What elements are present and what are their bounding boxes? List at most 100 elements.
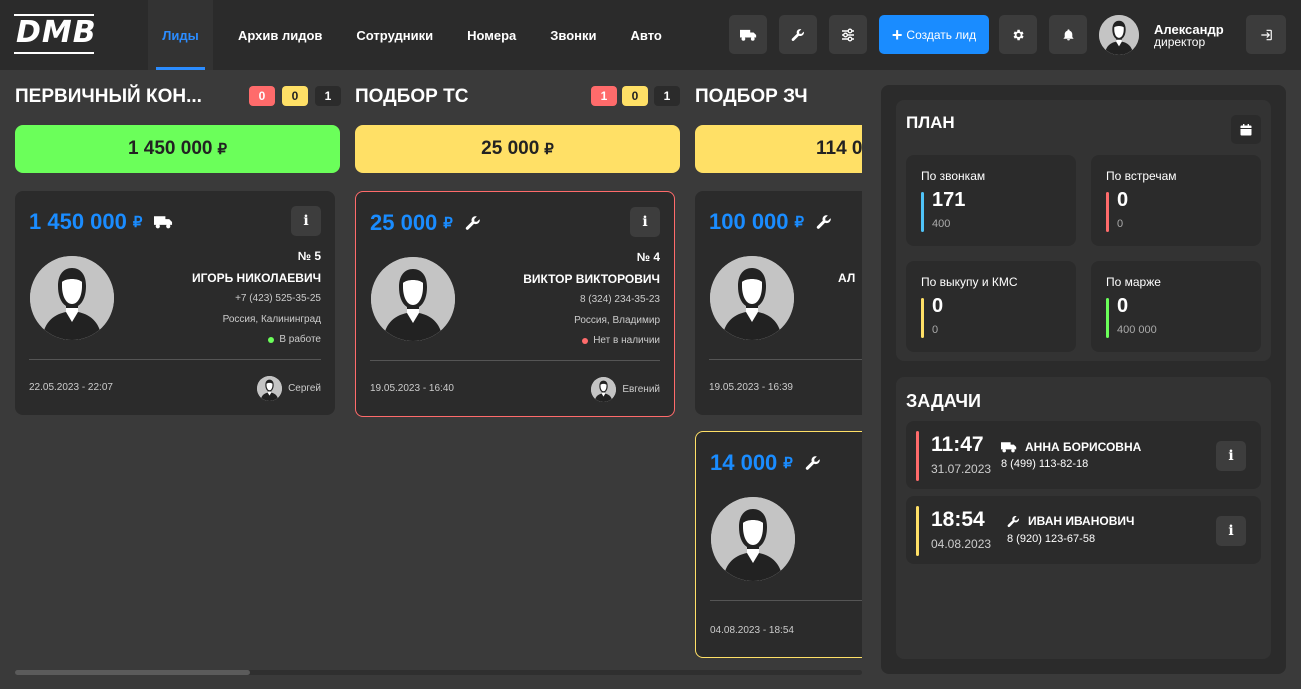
lead-info-button[interactable]: i	[630, 207, 660, 237]
ruble-icon: ₽	[443, 215, 453, 232]
plan-card-calls: По звонкам 171 400	[906, 155, 1076, 246]
create-lead-button[interactable]: + Создать лид	[879, 15, 989, 54]
column-title: ПОДБОР ТС	[355, 86, 469, 107]
lead-card[interactable]: 100 000 ₽ АЛ 19.05.2023 - 16:39	[695, 191, 862, 415]
nav-leads-archive[interactable]: Архив лидов	[221, 0, 339, 70]
person-icon	[711, 497, 795, 581]
nav-employees[interactable]: Сотрудники	[339, 0, 450, 70]
lead-date: 19.05.2023 - 16:40	[370, 383, 454, 394]
task-info-button[interactable]: i	[1216, 441, 1246, 471]
plan-label: По встречам	[1106, 169, 1177, 183]
plan-card-buyout: По выкупу и КМС 0 0	[906, 261, 1076, 352]
user-role: директор	[1154, 35, 1206, 49]
task-time: 18:54	[931, 508, 985, 531]
person-icon	[257, 376, 282, 401]
notifications-button[interactable]	[1049, 15, 1087, 54]
lead-amount-value: 1 450 000	[29, 209, 127, 234]
board-scrollbar-thumb[interactable]	[15, 670, 250, 675]
badge-total: 1	[654, 86, 680, 106]
truck-icon	[740, 29, 757, 41]
user-avatar[interactable]	[1099, 15, 1139, 55]
task-client: АННА БОРИСОВНА	[1001, 440, 1141, 454]
employee-name: Сергей	[288, 383, 321, 394]
assigned-employee: Сергей	[257, 376, 321, 401]
truck-icon	[1001, 441, 1017, 453]
truck-icon	[154, 215, 173, 229]
tasks-title: ЗАДАЧИ	[906, 391, 981, 411]
plan-calendar-button[interactable]	[1231, 115, 1261, 144]
plan-indicator	[1106, 192, 1109, 232]
wrench-icon	[791, 28, 805, 42]
plan-target: 400 000	[1117, 324, 1157, 336]
lead-info-button[interactable]: i	[291, 206, 321, 236]
assigned-employee: Евгений	[591, 377, 660, 402]
wrench-filter-button[interactable]	[779, 15, 817, 54]
lead-status: В работе	[268, 334, 321, 345]
lead-status: Нет в наличии	[582, 335, 660, 346]
client-phone: 8 (324) 234-35-23	[579, 294, 660, 305]
column-sum: 1 450 000 ₽	[15, 125, 340, 173]
client-avatar	[371, 257, 455, 341]
task-client: ИВАН ИВАНОВИЧ	[1007, 514, 1134, 528]
wrench-icon	[1007, 515, 1020, 528]
logo[interactable]: DMB	[14, 14, 96, 56]
nav-auto[interactable]: Авто	[614, 0, 679, 70]
task-phone: 8 (499) 113-82-18	[1001, 458, 1089, 470]
lead-card[interactable]: 1 450 000 ₽ i № 5 ИГОРЬ НИКОЛАЕВИЧ +7 (42…	[15, 191, 335, 415]
client-name: ВИКТОР ВИКТОРОВИЧ	[523, 272, 660, 286]
task-indicator	[916, 431, 919, 481]
column-sum-value: 1 450 000	[127, 138, 213, 159]
plan-label: По выкупу и КМС	[921, 275, 1018, 289]
client-phone: +7 (423) 525-35-25	[235, 293, 321, 304]
person-icon	[710, 256, 794, 340]
divider	[370, 360, 660, 361]
lead-date: 04.08.2023 - 18:54	[710, 625, 794, 636]
leads-board: ПЕРВИЧНЫЙ КОН... 0 0 1 1 450 000 ₽ 1 450 …	[0, 70, 862, 670]
bell-icon	[1063, 28, 1073, 40]
employee-avatar	[591, 377, 617, 402]
plan-target: 0	[1117, 218, 1124, 230]
plan-indicator	[921, 298, 924, 338]
client-name: АЛ	[838, 271, 856, 285]
task-info-button[interactable]: i	[1216, 516, 1246, 546]
nav-calls[interactable]: Звонки	[533, 0, 613, 70]
nav-leads[interactable]: Лиды	[148, 0, 213, 70]
sliders-icon	[842, 28, 854, 41]
lead-status-label: В работе	[279, 334, 321, 345]
ruble-icon: ₽	[794, 214, 805, 231]
gear-icon	[1013, 29, 1024, 40]
divider	[29, 359, 321, 360]
logo-line-bottom	[14, 52, 94, 54]
badge-total: 1	[315, 86, 341, 106]
task-item[interactable]: 11:47 31.07.2023 АННА БОРИСОВНА 8 (499) …	[906, 421, 1261, 489]
filters-button[interactable]	[829, 15, 867, 54]
lead-amount-value: 25 000	[370, 210, 438, 235]
person-icon	[1099, 15, 1139, 55]
column-sum-value: 114 0	[816, 138, 862, 159]
logout-button[interactable]	[1246, 15, 1286, 54]
plan-label: По марже	[1106, 275, 1161, 289]
top-header: DMB Лиды Архив лидов Сотрудники Номера З…	[0, 0, 1301, 70]
plan-title: ПЛАН	[906, 113, 955, 132]
plan-value: 0	[932, 295, 944, 317]
lead-card[interactable]: 14 000 ₽ 04.08.2023 - 18:54	[695, 431, 862, 658]
main-nav: Лиды Архив лидов Сотрудники Номера Звонк…	[140, 0, 679, 70]
lead-amount: 14 000 ₽	[710, 450, 821, 476]
employee-avatar	[257, 376, 283, 401]
task-item[interactable]: 18:54 04.08.2023 ИВАН ИВАНОВИЧ 8 (920) 1…	[906, 496, 1261, 564]
plan-value: 0	[1117, 295, 1129, 317]
client-location: Россия, Калининград	[222, 314, 321, 325]
settings-button[interactable]	[999, 15, 1037, 54]
client-name: ИГОРЬ НИКОЛАЕВИЧ	[191, 271, 321, 285]
wrench-icon	[465, 215, 481, 231]
person-icon	[371, 257, 455, 341]
lead-amount-value: 14 000	[710, 450, 778, 475]
nav-numbers[interactable]: Номера	[450, 0, 533, 70]
divider	[710, 600, 862, 601]
truck-filter-button[interactable]	[729, 15, 767, 54]
lead-number: № 5	[297, 249, 321, 263]
lead-card[interactable]: 25 000 ₽ i № 4 ВИКТОР ВИКТОРОВИЧ 8 (324) …	[355, 191, 675, 417]
ruble-icon: ₽	[217, 141, 228, 158]
client-avatar	[711, 497, 795, 581]
plan-label: По звонкам	[921, 169, 986, 183]
